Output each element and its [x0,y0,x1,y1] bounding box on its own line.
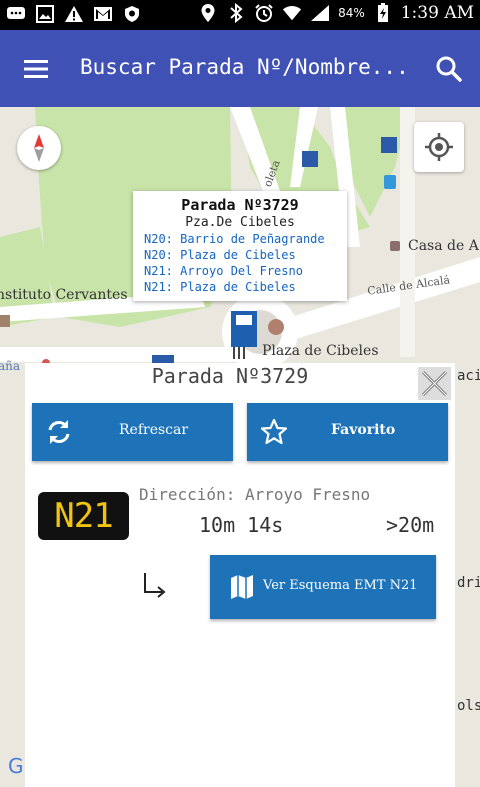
battery-percent: 84% [338,6,365,20]
gmail-icon [93,4,113,24]
map-edge-text: dri [457,575,480,591]
search-icon[interactable] [432,52,466,86]
info-line-item: N20: Plaza de Cibeles [144,248,296,262]
view-schema-label: Ver Esquema EMT N21 [263,578,418,593]
close-icon [421,370,448,397]
compass-button[interactable] [17,126,61,170]
info-stop-subtitle: Pza.De Cibeles [185,215,295,230]
favorite-button[interactable]: Favorito [247,403,448,461]
status-bar: 84% 1:39 AM [0,0,480,30]
stop-detail-panel: Parada Nº3729 Refrescar Favorito N21 Dir… [25,363,455,787]
info-line-item: N21: Plaza de Cibeles [144,280,296,294]
refresh-icon [44,417,74,447]
alarm-icon [254,3,274,23]
signal-icon [310,3,330,23]
close-button[interactable] [418,367,451,400]
map-label-spain: aña [0,359,21,373]
panel-title: Parada Nº3729 [151,364,309,388]
map-icon [227,572,257,602]
google-logo: G [8,754,24,778]
warning-icon [64,4,84,24]
search-field[interactable]: Buscar Parada Nº/Nombre... [80,55,409,79]
map-label-plaza: Plaza de Cibeles [262,343,379,359]
clock: 1:39 AM [400,3,474,23]
refresh-label: Refrescar [119,422,189,438]
menu-icon[interactable] [20,53,52,85]
map-edge-text: aci [457,368,480,384]
info-line-item: N20: Barrio de Peñagrande [144,232,325,246]
battery-icon [373,3,393,23]
map-edge-text: ols [457,698,480,714]
map-label-instituto: nstituto Cervantes [0,287,128,303]
direction-label: Dirección: Arroyo Fresno [139,485,371,504]
turn-arrow-icon [142,570,168,600]
stop-info-window[interactable]: Parada Nº3729 Pza.De Cibeles N20: Barrio… [133,191,347,301]
info-line-item: N21: Arroyo Del Fresno [144,264,303,278]
bluetooth-icon [226,3,246,23]
next-arrival-time: 10m 14s [199,513,284,537]
star-icon [259,417,289,447]
view-schema-button[interactable]: Ver Esquema EMT N21 [210,555,436,619]
info-stop-title: Parada Nº3729 [181,196,299,214]
refresh-button[interactable]: Refrescar [32,403,233,461]
map-label-casa: Casa de A [408,238,479,254]
chat-icon [6,4,26,24]
line-badge: N21 [38,492,129,540]
line-badge-text: N21 [54,496,113,536]
my-location-button[interactable] [414,122,464,172]
wifi-icon [282,3,302,23]
shield-icon [122,4,142,24]
following-arrival-time: >20m [386,513,435,537]
app-bar: Buscar Parada Nº/Nombre... [0,30,480,107]
favorite-label: Favorito [331,422,396,438]
image-icon [35,4,55,24]
location-icon [198,3,218,23]
